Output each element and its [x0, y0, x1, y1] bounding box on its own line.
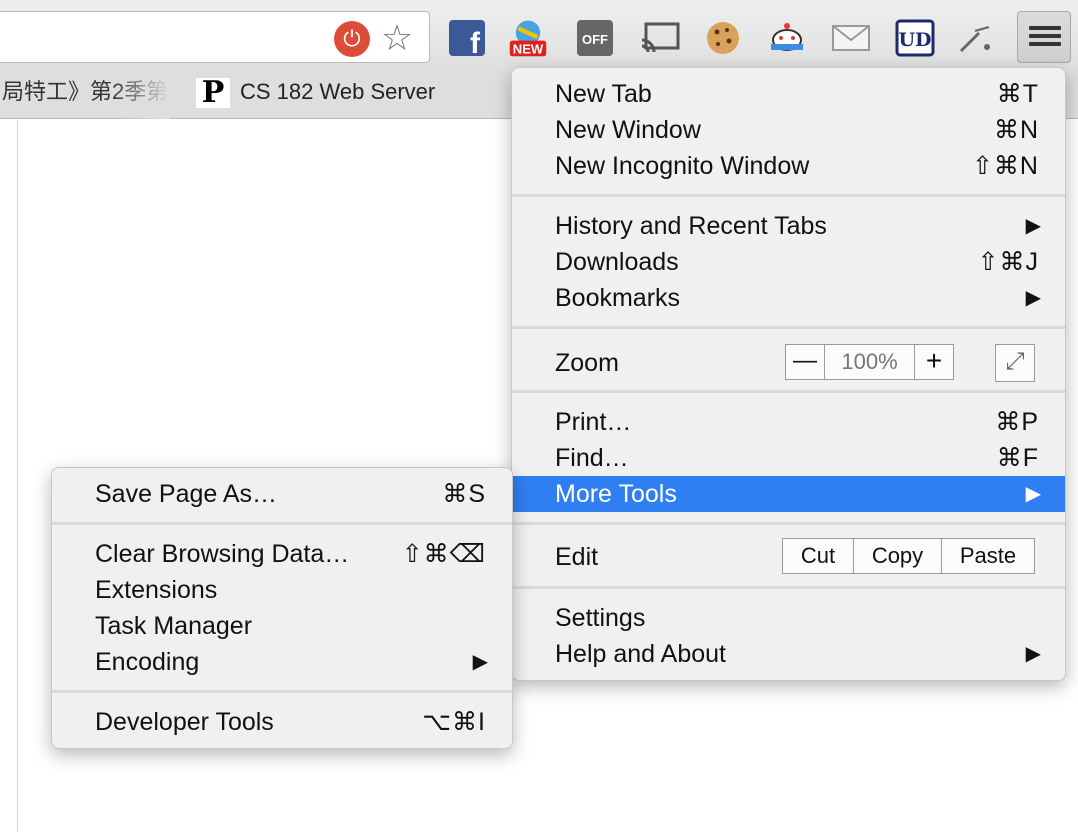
menu-item-shortcut: ⌘N — [993, 116, 1039, 144]
submenu-item-developer-tools[interactable]: Developer Tools ⌥⌘I — [52, 704, 512, 740]
menu-item-print[interactable]: Print… ⌘P — [512, 404, 1065, 440]
mail-icon[interactable] — [831, 18, 871, 58]
menu-item-shortcut: ⇧⌘J — [977, 248, 1039, 276]
submenu-item-task-manager[interactable]: Task Manager — [52, 608, 512, 644]
menu-item-history[interactable]: History and Recent Tabs ▶ — [512, 208, 1065, 244]
edit-controls: Cut Copy Paste — [782, 538, 1036, 576]
page-divider — [17, 120, 18, 832]
submenu-arrow-icon: ▶ — [1025, 287, 1041, 309]
menu-item-label: New Incognito Window — [555, 152, 810, 180]
more-tools-submenu: Save Page As… ⌘S Clear Browsing Data… ⇧⌘… — [51, 467, 513, 749]
menu-item-shortcut: ⇧⌘N — [971, 152, 1039, 180]
zoom-in-button[interactable]: + — [914, 344, 954, 380]
hamburger-menu-icon[interactable] — [1017, 11, 1071, 63]
cut-button[interactable]: Cut — [782, 538, 854, 574]
menu-item-help-about[interactable]: Help and About ▶ — [512, 636, 1065, 672]
menu-item-label: History and Recent Tabs — [555, 212, 827, 240]
menu-item-downloads[interactable]: Downloads ⇧⌘J — [512, 244, 1065, 280]
bookmark-favicon-icon: P — [196, 78, 230, 108]
bookmark-item-cs182[interactable]: CS 182 Web Server — [240, 75, 435, 119]
new-badge-text: NEW — [513, 42, 544, 57]
menu-item-label: Help and About — [555, 640, 726, 668]
menu-item-edit: Edit Cut Copy Paste — [512, 538, 1065, 576]
fullscreen-button[interactable]: ⤢ — [995, 344, 1035, 382]
svg-text:f: f — [470, 27, 481, 57]
chrome-main-menu: New Tab ⌘T New Window ⌘N New Incognito W… — [511, 67, 1066, 681]
menu-separator — [512, 326, 1065, 331]
menu-item-settings[interactable]: Settings — [512, 600, 1065, 636]
menu-item-label: Extensions — [95, 576, 218, 604]
plug-blocked-icon[interactable]: ⏻ — [334, 21, 370, 57]
cookie-icon[interactable] — [703, 18, 743, 58]
menu-item-zoom: Zoom — 100% + ⤢ — [512, 344, 1065, 382]
paste-button[interactable]: Paste — [941, 538, 1035, 574]
menu-item-shortcut: ⇧⌘⌫ — [401, 540, 486, 568]
menu-separator — [512, 522, 1065, 527]
address-bar[interactable]: ⏻ ☆ — [0, 11, 430, 63]
menu-item-label: Encoding — [95, 648, 200, 676]
off-switch-icon[interactable]: OFF — [575, 18, 615, 58]
menu-item-new-tab[interactable]: New Tab ⌘T — [512, 76, 1065, 112]
menu-separator — [512, 194, 1065, 199]
menu-item-shortcut: ⌥⌘I — [422, 708, 486, 736]
menu-item-label: New Window — [555, 116, 701, 144]
zoom-out-button[interactable]: — — [785, 344, 825, 380]
menu-item-label: Edit — [555, 543, 599, 571]
menu-item-shortcut: ⌘T — [996, 80, 1039, 108]
menu-item-label: Downloads — [555, 248, 679, 276]
menu-item-label: Print… — [555, 408, 632, 436]
browser-toolbar: ⏻ ☆ f NEW OFF UD — [0, 0, 1078, 75]
submenu-arrow-icon: ▶ — [1025, 483, 1041, 505]
menu-item-label: Zoom — [555, 349, 619, 377]
menu-item-find[interactable]: Find… ⌘F — [512, 440, 1065, 476]
menu-item-more-tools[interactable]: More Tools ▶ — [512, 476, 1065, 512]
menu-item-label: Developer Tools — [95, 708, 274, 736]
submenu-item-encoding[interactable]: Encoding ▶ — [52, 644, 512, 680]
menu-item-label: Bookmarks — [555, 284, 681, 312]
zoom-level: 100% — [824, 344, 915, 380]
menu-item-new-incognito[interactable]: New Incognito Window ⇧⌘N — [512, 148, 1065, 184]
cast-icon[interactable] — [640, 18, 680, 58]
menu-item-label: Save Page As… — [95, 480, 278, 508]
copy-button[interactable]: Copy — [853, 538, 942, 574]
pixel-mascot-icon[interactable] — [767, 18, 807, 58]
submenu-item-save-page[interactable]: Save Page As… ⌘S — [52, 476, 512, 512]
submenu-item-extensions[interactable]: Extensions — [52, 572, 512, 608]
off-label: OFF — [582, 32, 608, 47]
new-extension-icon[interactable]: NEW — [508, 18, 548, 58]
zoom-controls: — 100% + — [785, 344, 955, 382]
submenu-item-clear-browsing-data[interactable]: Clear Browsing Data… ⇧⌘⌫ — [52, 536, 512, 572]
menu-separator — [512, 390, 1065, 395]
menu-item-shortcut: ⌘F — [996, 444, 1039, 472]
menu-item-shortcut: ⌘S — [442, 480, 486, 508]
star-bookmark-icon[interactable]: ☆ — [377, 18, 417, 58]
facebook-icon[interactable]: f — [447, 18, 487, 58]
wand-icon[interactable] — [957, 18, 997, 58]
menu-separator — [52, 522, 512, 527]
menu-item-shortcut: ⌘P — [995, 408, 1039, 436]
menu-item-label: More Tools — [555, 480, 677, 508]
bookmark-fade — [110, 75, 170, 119]
menu-separator — [52, 690, 512, 695]
ud-label: UD — [898, 29, 931, 51]
submenu-arrow-icon: ▶ — [1025, 643, 1041, 665]
menu-separator — [512, 586, 1065, 591]
menu-item-label: Find… — [555, 444, 629, 472]
submenu-arrow-icon: ▶ — [1025, 215, 1041, 237]
submenu-arrow-icon: ▶ — [472, 651, 488, 673]
menu-item-label: New Tab — [555, 80, 652, 108]
menu-item-new-window[interactable]: New Window ⌘N — [512, 112, 1065, 148]
menu-item-label: Settings — [555, 604, 646, 632]
menu-item-bookmarks[interactable]: Bookmarks ▶ — [512, 280, 1065, 316]
ud-icon[interactable]: UD — [895, 18, 935, 58]
menu-item-label: Clear Browsing Data… — [95, 540, 350, 568]
menu-item-label: Task Manager — [95, 612, 253, 640]
